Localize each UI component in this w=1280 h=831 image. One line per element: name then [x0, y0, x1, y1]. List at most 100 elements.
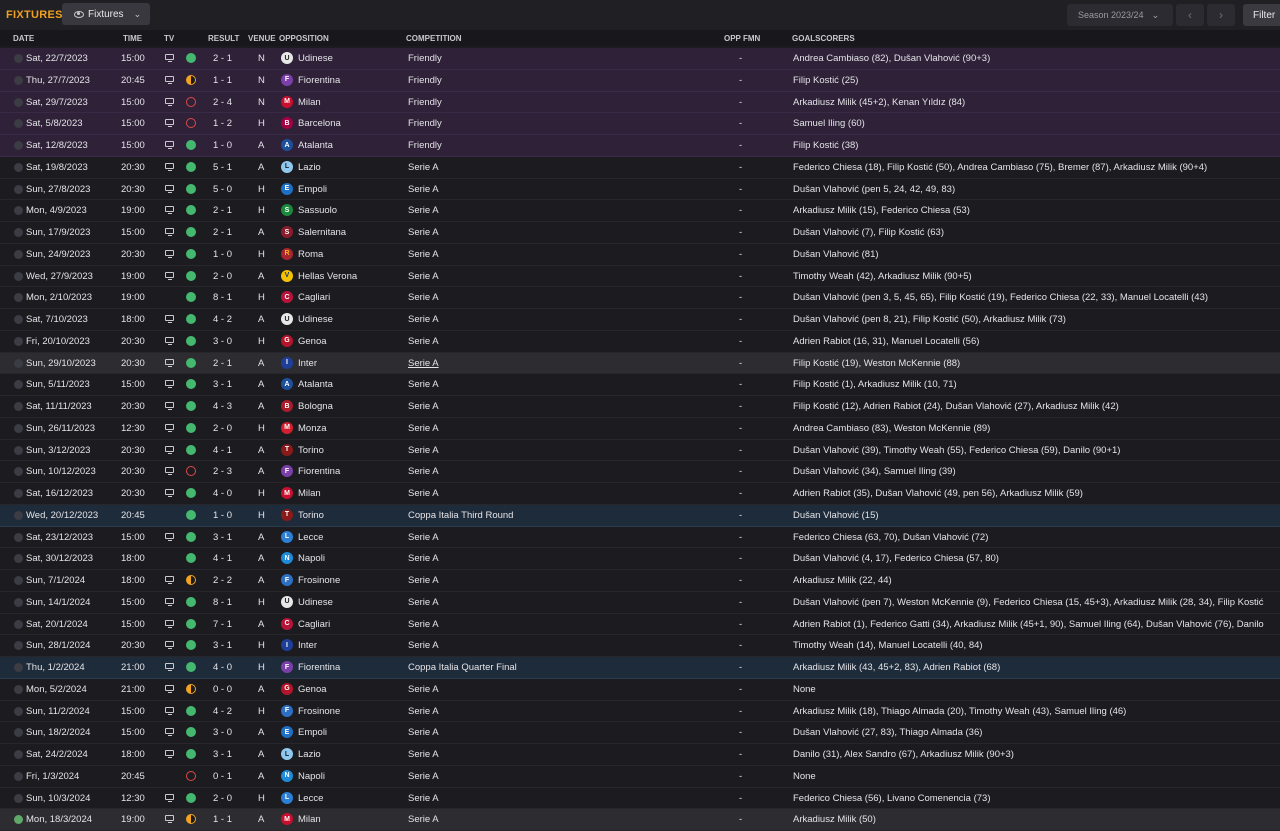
fixture-date[interactable]: Wed, 20/12/2023: [26, 510, 98, 521]
fixture-competition[interactable]: Friendly: [408, 140, 442, 151]
fixture-competition[interactable]: Serie A: [408, 249, 439, 260]
fixture-date[interactable]: Mon, 5/2/2024: [26, 684, 87, 695]
fixture-row[interactable]: Wed, 27/9/2023 19:00 2 - 0 A V Hellas Verona S…: [0, 266, 1280, 288]
fixture-competition[interactable]: Serie A: [408, 271, 439, 282]
fixture-result[interactable]: 3 - 0: [213, 336, 232, 347]
fixture-competition[interactable]: Serie A: [408, 684, 439, 695]
fixture-row[interactable]: Sun, 14/1/2024 15:00 8 - 1 H U Udinese Serie A…: [0, 592, 1280, 614]
fixture-competition[interactable]: Serie A: [408, 379, 439, 390]
fixture-date[interactable]: Sun, 10/12/2023: [26, 466, 96, 477]
fixture-competition[interactable]: Serie A: [408, 292, 439, 303]
fixture-opposition[interactable]: Milan: [298, 488, 321, 499]
fixture-row[interactable]: Sat, 16/12/2023 20:30 4 - 0 H M Milan Serie A -…: [0, 483, 1280, 505]
fixture-row[interactable]: Sun, 29/10/2023 20:30 2 - 1 A I Inter Serie A -…: [0, 352, 1280, 375]
fixture-result[interactable]: 2 - 2: [213, 575, 232, 586]
fixture-date[interactable]: Sat, 20/1/2024: [26, 619, 88, 630]
fixture-opposition[interactable]: Napoli: [298, 553, 325, 564]
fixture-result[interactable]: 8 - 1: [213, 597, 232, 608]
fixture-competition[interactable]: Serie A: [408, 532, 439, 543]
fixture-competition[interactable]: Serie A: [408, 401, 439, 412]
fixture-date[interactable]: Sat, 22/7/2023: [26, 53, 88, 64]
fixture-date[interactable]: Sun, 28/1/2024: [26, 640, 90, 651]
fixture-opposition[interactable]: Udinese: [298, 53, 333, 64]
fixture-competition[interactable]: Friendly: [408, 118, 442, 129]
fixture-date[interactable]: Sun, 5/11/2023: [26, 379, 90, 390]
fixture-competition[interactable]: Serie A: [408, 336, 439, 347]
fixture-date[interactable]: Sun, 7/1/2024: [26, 575, 85, 586]
fixture-row[interactable]: Wed, 20/12/2023 20:45 1 - 0 H T Torino Coppa I…: [0, 504, 1280, 527]
fixture-competition[interactable]: Serie A: [408, 314, 439, 325]
fixture-row[interactable]: Sun, 17/9/2023 15:00 2 - 1 A S Salernitana Ser…: [0, 222, 1280, 244]
fixture-opposition[interactable]: Atalanta: [298, 379, 333, 390]
fixture-result[interactable]: 3 - 1: [213, 532, 232, 543]
fixture-competition[interactable]: Serie A: [408, 423, 439, 434]
next-season-button[interactable]: ›: [1207, 4, 1235, 26]
column-header-time[interactable]: TIME: [123, 34, 142, 43]
fixture-opposition[interactable]: Atalanta: [298, 140, 333, 151]
fixture-competition[interactable]: Serie A: [408, 358, 439, 369]
fixture-opposition[interactable]: Udinese: [298, 314, 333, 325]
fixture-row[interactable]: Fri, 20/10/2023 20:30 3 - 0 H G Genoa Serie A -…: [0, 331, 1280, 353]
fixture-competition[interactable]: Friendly: [408, 75, 442, 86]
fixture-date[interactable]: Sat, 12/8/2023: [26, 140, 88, 151]
fixture-opposition[interactable]: Genoa: [298, 336, 327, 347]
fixture-result[interactable]: 2 - 1: [213, 227, 232, 238]
fixture-result[interactable]: 4 - 3: [213, 401, 232, 412]
fixture-competition[interactable]: Serie A: [408, 793, 439, 804]
filter-button[interactable]: Filter: [1243, 4, 1280, 26]
fixture-opposition[interactable]: Genoa: [298, 684, 327, 695]
fixture-result[interactable]: 8 - 1: [213, 292, 232, 303]
fixture-row[interactable]: Mon, 18/3/2024 19:00 1 - 1 A M Milan Serie A - A…: [0, 809, 1280, 831]
fixture-result[interactable]: 5 - 1: [213, 162, 232, 173]
fixture-opposition[interactable]: Lecce: [298, 532, 323, 543]
fixture-result[interactable]: 1 - 0: [213, 249, 232, 260]
fixture-opposition[interactable]: Salernitana: [298, 227, 346, 238]
fixture-result[interactable]: 1 - 0: [213, 140, 232, 151]
fixture-competition[interactable]: Serie A: [408, 205, 439, 216]
fixture-row[interactable]: Sun, 28/1/2024 20:30 3 - 1 H I Inter Serie A - T…: [0, 635, 1280, 657]
fixture-competition[interactable]: Serie A: [408, 619, 439, 630]
fixture-row[interactable]: Sun, 3/12/2023 20:30 4 - 1 A T Torino Serie A -…: [0, 440, 1280, 462]
fixture-result[interactable]: 1 - 0: [213, 510, 232, 521]
fixture-date[interactable]: Sun, 17/9/2023: [26, 227, 90, 238]
fixture-result[interactable]: 2 - 1: [213, 358, 232, 369]
fixture-date[interactable]: Mon, 4/9/2023: [26, 205, 87, 216]
fixture-competition[interactable]: Coppa Italia Quarter Final: [408, 662, 517, 673]
fixture-row[interactable]: Sun, 18/2/2024 15:00 3 - 0 A E Empoli Serie A -…: [0, 722, 1280, 744]
view-selector-button[interactable]: Fixtures ⌄: [62, 3, 150, 25]
fixture-opposition[interactable]: Bologna: [298, 401, 333, 412]
fixture-opposition[interactable]: Cagliari: [298, 619, 330, 630]
previous-season-button[interactable]: ‹: [1176, 4, 1204, 26]
fixture-result[interactable]: 4 - 2: [213, 706, 232, 717]
fixture-date[interactable]: Sat, 24/2/2024: [26, 749, 88, 760]
fixture-opposition[interactable]: Milan: [298, 97, 321, 108]
fixture-row[interactable]: Sat, 23/12/2023 15:00 3 - 1 A L Lecce Serie A -…: [0, 527, 1280, 549]
fixture-result[interactable]: 4 - 0: [213, 488, 232, 499]
fixture-row[interactable]: Thu, 27/7/2023 20:45 1 - 1 N F Fiorentina Frie…: [0, 69, 1280, 92]
fixture-opposition[interactable]: Fiorentina: [298, 75, 340, 86]
fixture-row[interactable]: Sun, 26/11/2023 12:30 2 - 0 H M Monza Serie A -…: [0, 418, 1280, 440]
fixture-opposition[interactable]: Udinese: [298, 597, 333, 608]
fixture-result[interactable]: 2 - 0: [213, 271, 232, 282]
fixture-opposition[interactable]: Lazio: [298, 162, 321, 173]
fixture-date[interactable]: Thu, 1/2/2024: [26, 662, 85, 673]
fixture-date[interactable]: Sat, 11/11/2023: [26, 401, 92, 412]
fixture-competition[interactable]: Serie A: [408, 749, 439, 760]
fixture-result[interactable]: 0 - 0: [213, 684, 232, 695]
fixture-competition[interactable]: Serie A: [408, 814, 439, 825]
fixture-opposition[interactable]: Roma: [298, 249, 323, 260]
fixture-row[interactable]: Sat, 30/12/2023 18:00 4 - 1 A N Napoli Serie A…: [0, 548, 1280, 570]
column-header-opposition[interactable]: OPPOSITION: [279, 34, 329, 43]
fixture-row[interactable]: Sun, 10/12/2023 20:30 2 - 3 A F Fiorentina Ser…: [0, 461, 1280, 483]
fixture-result[interactable]: 0 - 1: [213, 771, 232, 782]
fixture-competition[interactable]: Serie A: [408, 227, 439, 238]
fixture-result[interactable]: 2 - 1: [213, 205, 232, 216]
fixture-date[interactable]: Sat, 5/8/2023: [26, 118, 83, 129]
fixture-competition[interactable]: Serie A: [408, 597, 439, 608]
fixture-date[interactable]: Fri, 20/10/2023: [26, 336, 90, 347]
fixture-opposition[interactable]: Barcelona: [298, 118, 341, 129]
fixture-opposition[interactable]: Inter: [298, 358, 317, 369]
column-header-competition[interactable]: COMPETITION: [406, 34, 462, 43]
fixture-competition[interactable]: Serie A: [408, 771, 439, 782]
fixture-opposition[interactable]: Inter: [298, 640, 317, 651]
